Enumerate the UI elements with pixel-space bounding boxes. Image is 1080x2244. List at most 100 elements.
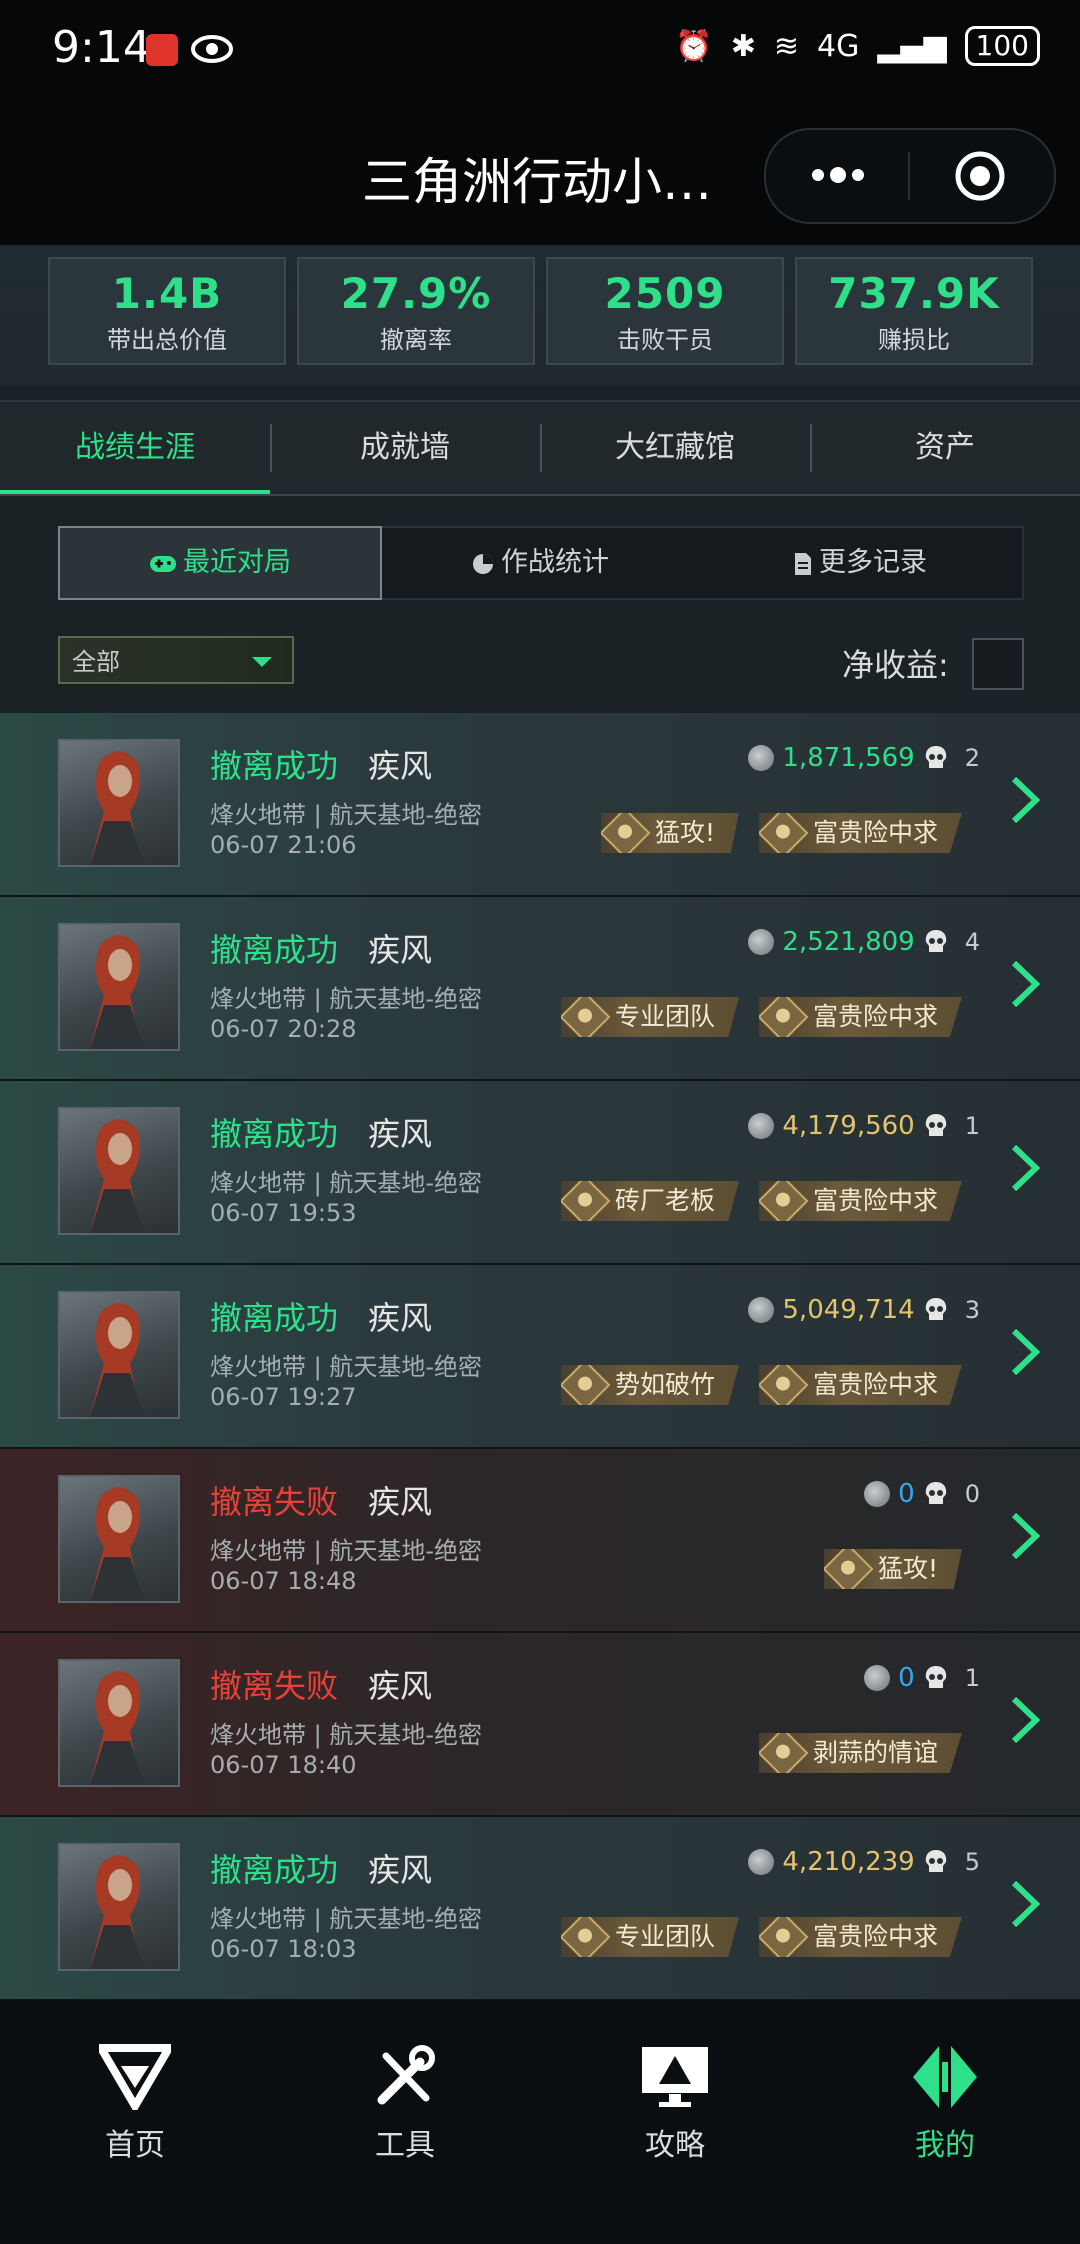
match-value: 4,210,239 bbox=[782, 1847, 915, 1877]
status-icons: ⏰ ✱ ≋ 4G ▂▄▆ 100 bbox=[675, 26, 1040, 66]
nav-label: 首页 bbox=[105, 2128, 165, 2163]
skull-icon bbox=[925, 1666, 946, 1688]
nav-tools[interactable]: 工具 bbox=[270, 2044, 540, 2164]
nav-label: 我的 bbox=[915, 2128, 975, 2163]
medal-icon bbox=[758, 1917, 809, 1957]
match-value: 1,871,569 bbox=[782, 743, 915, 773]
mini-program-capsule bbox=[764, 128, 1056, 224]
guide-monitor-icon bbox=[642, 2047, 708, 2107]
agent-name: 疾风 bbox=[368, 1115, 433, 1153]
stat-label: 带出总价值 bbox=[107, 326, 227, 354]
medal-icon bbox=[560, 1917, 611, 1957]
document-icon bbox=[795, 552, 811, 575]
tag-label: 猛攻! bbox=[654, 818, 715, 847]
match-row[interactable]: 撤离成功 疾风 烽火地带 | 航天基地-绝密 06-07 19:53 4,179… bbox=[0, 1081, 1080, 1265]
kill-count: 1 bbox=[964, 1112, 980, 1140]
match-row[interactable]: 撤离失败 疾风 烽火地带 | 航天基地-绝密 06-07 18:40 0 1 剥… bbox=[0, 1633, 1080, 1817]
match-row[interactable]: 撤离成功 疾风 烽火地带 | 航天基地-绝密 06-07 19:27 5,049… bbox=[0, 1265, 1080, 1449]
filter-selected-value: 全部 bbox=[72, 648, 120, 676]
match-row[interactable]: 撤离成功 疾风 烽火地带 | 航天基地-绝密 06-07 20:28 2,521… bbox=[0, 897, 1080, 1081]
match-row[interactable]: 撤离成功 疾风 烽火地带 | 航天基地-绝密 06-07 21:06 1,871… bbox=[0, 713, 1080, 897]
segment-recent-matches[interactable]: 最近对局 bbox=[58, 526, 382, 600]
achievement-tags: 砖厂老板 富贵险中求 bbox=[560, 1181, 962, 1221]
match-value: 5,049,714 bbox=[782, 1295, 915, 1325]
match-location: 烽火地带 | 航天基地-绝密 bbox=[210, 1905, 483, 1933]
nav-home[interactable]: 首页 bbox=[0, 2044, 270, 2164]
medal-icon bbox=[758, 813, 809, 853]
kill-count: 3 bbox=[964, 1296, 980, 1324]
match-row[interactable]: 撤离成功 疾风 烽火地带 | 航天基地-绝密 06-07 18:03 4,210… bbox=[0, 1817, 1080, 2001]
delta-logo-icon bbox=[99, 2044, 171, 2110]
achievement-tags: 专业团队 富贵险中求 bbox=[560, 1917, 962, 1957]
eye-icon bbox=[191, 35, 233, 63]
agent-avatar bbox=[58, 1107, 180, 1235]
capsule-divider bbox=[908, 152, 910, 200]
stat-value: 2509 bbox=[604, 269, 726, 318]
tab-assets[interactable]: 资产 bbox=[810, 402, 1080, 494]
profile-icon bbox=[913, 2046, 977, 2108]
stat-value: 27.9% bbox=[340, 269, 492, 318]
agent-name: 疾风 bbox=[368, 1851, 433, 1889]
kill-count: 2 bbox=[964, 744, 980, 772]
close-target-icon[interactable] bbox=[954, 150, 1006, 202]
chevron-right-icon[interactable] bbox=[1010, 1143, 1040, 1193]
medal-icon bbox=[600, 813, 651, 853]
coin-icon bbox=[864, 1481, 891, 1507]
match-value: 0 bbox=[898, 1479, 915, 1509]
match-row[interactable]: 撤离失败 疾风 烽火地带 | 航天基地-绝密 06-07 18:48 0 0 猛… bbox=[0, 1449, 1080, 1633]
extraction-result: 撤离失败 bbox=[210, 1483, 339, 1521]
match-location: 烽火地带 | 航天基地-绝密 bbox=[210, 1169, 483, 1197]
achievement-tag: 砖厂老板 bbox=[560, 1181, 739, 1221]
match-datetime: 06-07 19:27 bbox=[210, 1383, 357, 1411]
agent-portrait-icon bbox=[90, 1119, 144, 1233]
match-value-group: 0 0 bbox=[864, 1479, 980, 1509]
chevron-right-icon[interactable] bbox=[1010, 1695, 1040, 1745]
skull-icon bbox=[925, 1850, 946, 1872]
segment-battle-stats[interactable]: 作战统计 bbox=[380, 528, 700, 598]
chevron-right-icon[interactable] bbox=[1010, 1327, 1040, 1377]
more-icon[interactable] bbox=[808, 160, 868, 190]
agent-name: 疾风 bbox=[368, 1299, 433, 1337]
achievement-tags: 猛攻! 富贵险中求 bbox=[600, 813, 962, 853]
tag-label: 专业团队 bbox=[614, 1922, 715, 1951]
agent-portrait-icon bbox=[90, 1855, 144, 1969]
pie-chart-icon bbox=[473, 553, 493, 574]
achievement-tag: 富贵险中求 bbox=[758, 1365, 962, 1405]
coin-icon bbox=[748, 1113, 775, 1139]
chevron-right-icon[interactable] bbox=[1010, 1879, 1040, 1929]
mode-filter-dropdown[interactable]: 全部 bbox=[58, 636, 294, 684]
network-label: 4G bbox=[816, 28, 860, 64]
achievement-tag: 富贵险中求 bbox=[758, 813, 962, 853]
match-list: 撤离成功 疾风 烽火地带 | 航天基地-绝密 06-07 21:06 1,871… bbox=[0, 713, 1080, 2001]
match-value-group: 4,210,239 5 bbox=[748, 1847, 980, 1877]
agent-avatar bbox=[58, 1659, 180, 1787]
achievement-tag: 富贵险中求 bbox=[758, 1917, 962, 1957]
achievement-tags: 势如破竹 富贵险中求 bbox=[560, 1365, 962, 1405]
match-location: 烽火地带 | 航天基地-绝密 bbox=[210, 1537, 483, 1565]
segment-more-records[interactable]: 更多记录 bbox=[700, 528, 1020, 598]
tab-active-indicator bbox=[0, 490, 270, 494]
nav-profile[interactable]: 我的 bbox=[810, 2044, 1080, 2164]
skull-icon bbox=[925, 746, 946, 768]
segment-label: 作战统计 bbox=[501, 547, 609, 578]
agent-name: 疾风 bbox=[368, 931, 433, 969]
tab-achievements[interactable]: 成就墙 bbox=[270, 402, 540, 494]
chevron-right-icon[interactable] bbox=[1010, 959, 1040, 1009]
match-datetime: 06-07 18:48 bbox=[210, 1567, 357, 1595]
tab-collection[interactable]: 大红藏馆 bbox=[540, 402, 810, 494]
agent-name: 疾风 bbox=[368, 1667, 433, 1705]
match-datetime: 06-07 21:06 bbox=[210, 831, 357, 859]
tab-career[interactable]: 战绩生涯 bbox=[0, 402, 270, 494]
match-value-group: 0 1 bbox=[864, 1663, 980, 1693]
kill-count: 0 bbox=[964, 1480, 980, 1508]
chevron-right-icon[interactable] bbox=[1010, 1511, 1040, 1561]
stat-label: 击败干员 bbox=[617, 326, 713, 354]
nav-guide[interactable]: 攻略 bbox=[540, 2044, 810, 2164]
skull-icon bbox=[925, 930, 946, 952]
agent-avatar bbox=[58, 1291, 180, 1419]
tag-label: 富贵险中求 bbox=[812, 1002, 938, 1031]
net-income-checkbox[interactable] bbox=[972, 638, 1024, 690]
medal-icon bbox=[758, 1733, 809, 1773]
chevron-right-icon[interactable] bbox=[1010, 775, 1040, 825]
stat-kills: 2509 击败干员 bbox=[546, 257, 784, 365]
